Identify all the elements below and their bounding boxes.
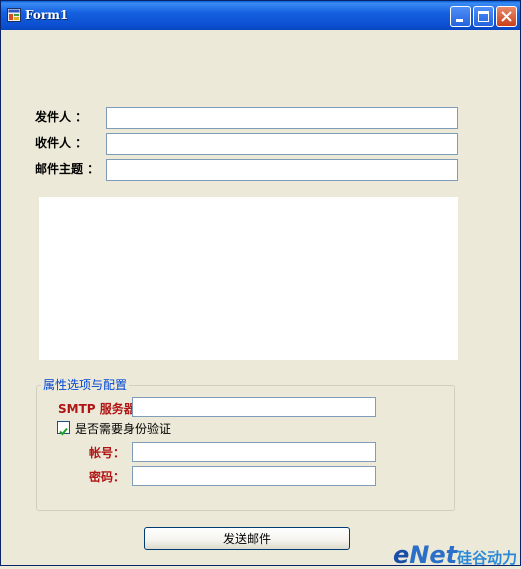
watermark-e: e	[393, 541, 410, 569]
body-textarea[interactable]	[39, 197, 458, 360]
maximize-button[interactable]	[473, 6, 494, 27]
smtp-server-label: SMTP 服务器:	[58, 402, 141, 416]
smtp-server-input[interactable]	[132, 397, 376, 417]
auth-checkbox[interactable]	[57, 421, 70, 436]
window-title: Form1	[25, 8, 69, 22]
close-icon	[501, 11, 512, 22]
enet-watermark: eNet硅谷动力	[393, 541, 518, 569]
settings-group-title: 属性选项与配置	[41, 376, 130, 393]
sender-input[interactable]	[106, 107, 458, 129]
subject-label: 邮件主题 ：	[35, 162, 100, 176]
app-form-icon	[7, 8, 21, 22]
account-label: 帐号：	[89, 446, 126, 460]
checkmark-icon	[59, 427, 68, 436]
auth-checkbox-label[interactable]: 是否需要身份验证	[75, 420, 171, 437]
sender-label: 发件人 ：	[35, 110, 88, 124]
recipient-label: 收件人 ：	[35, 136, 88, 150]
title-bar[interactable]: Form1	[1, 1, 520, 30]
account-input[interactable]	[132, 442, 376, 462]
watermark-net: Net	[409, 541, 458, 569]
minimize-button[interactable]	[450, 6, 471, 27]
form-window: Form1 发件人 ： 收件人 ： 邮件主题 ： 属性选项与配置 SMTP 服务…	[0, 0, 521, 569]
recipient-input[interactable]	[106, 133, 458, 155]
minimize-icon	[456, 19, 463, 22]
subject-input[interactable]	[106, 159, 458, 181]
watermark-cn: 硅谷动力	[457, 549, 518, 567]
maximize-icon	[478, 11, 489, 22]
password-label: 密码：	[89, 470, 126, 484]
close-button[interactable]	[496, 6, 517, 27]
send-email-button[interactable]: 发送邮件	[144, 527, 350, 550]
password-input[interactable]	[132, 466, 376, 486]
